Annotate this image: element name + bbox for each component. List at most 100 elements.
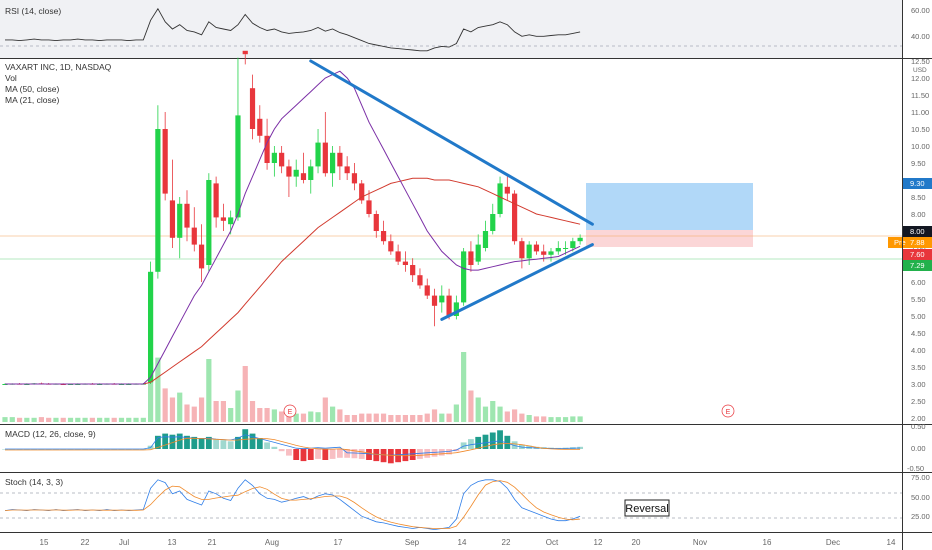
chart-canvas[interactable]: RSI (14, close) 60.00 40.00 E E VAXART I… (0, 0, 932, 550)
macd-bar (220, 440, 227, 449)
volume-bar (82, 417, 88, 422)
macd-bar (387, 449, 394, 464)
trendline[interactable] (309, 59, 594, 226)
candle-body (417, 275, 423, 286)
macd-panel: MACD (12, 26, close, 9) 0.50 0.00 -0.50 (2, 422, 926, 473)
price-tick: 11.00 (911, 108, 929, 117)
volume-bar (264, 408, 270, 422)
price-tick: 3.50 (911, 363, 926, 372)
macd-bar (329, 449, 336, 459)
macd-bar (417, 449, 423, 459)
symbol-title: VAXART INC, 1D, NASDAQ (5, 62, 112, 72)
candle-body (198, 244, 205, 269)
volume-bar (191, 406, 197, 422)
volume-bar (373, 413, 379, 422)
candle-body (257, 118, 263, 136)
candle-body (446, 295, 452, 316)
candle-body (366, 200, 372, 214)
volume-bar (504, 411, 510, 422)
candle-body (228, 217, 234, 225)
volume-bar (220, 401, 226, 422)
volume-bar (388, 415, 394, 422)
entry-tag-value: 8.00 (910, 227, 925, 236)
candle-body (548, 251, 554, 255)
earnings-marker-label: E (726, 409, 731, 416)
volume-bar (548, 417, 554, 422)
candle-body (475, 244, 481, 262)
macd-bar (373, 449, 380, 462)
candle-body (322, 142, 328, 174)
candle-body (308, 166, 314, 180)
candle-body (526, 244, 532, 259)
time-tick: 22 (502, 538, 511, 547)
candle-body (315, 142, 321, 167)
stoch-k-line (4, 479, 581, 531)
candle-body (271, 152, 277, 163)
time-tick: 15 (40, 538, 49, 547)
rsi-label: RSI (14, close) (5, 6, 61, 16)
volume-bar (395, 415, 401, 422)
price-tick: 11.50 (911, 91, 929, 100)
volume-bar (177, 392, 183, 422)
macd-label: MACD (12, 26, close, 9) (5, 429, 96, 439)
volume-bar (184, 404, 190, 422)
macd-bar (213, 439, 220, 449)
macd-bar (307, 449, 314, 460)
macd-bar (315, 449, 321, 459)
volume-bar (169, 397, 176, 422)
macd-tick-high: 0.50 (911, 422, 926, 431)
last-tag-value: 7.60 (910, 250, 925, 259)
volume-bar (431, 409, 438, 422)
candle-body (337, 152, 343, 167)
candle-body (461, 251, 467, 303)
volume-bar (519, 413, 525, 422)
macd-bar (366, 449, 372, 460)
volume-bar (257, 408, 263, 422)
volume-bar (446, 413, 452, 422)
volume-bar (249, 401, 256, 422)
macd-tick-low: -0.50 (907, 464, 924, 473)
price-tick: 3.00 (911, 380, 926, 389)
indicator-ma50: MA (50, close) (5, 84, 59, 94)
volume-bar (308, 411, 314, 422)
stoch-tick-50: 50.00 (911, 493, 930, 502)
volume-bar (380, 413, 387, 422)
volume-bar (97, 417, 103, 422)
volume-bar (475, 397, 481, 422)
stoch-d-line (4, 480, 581, 529)
reversal-annotation: Reversal (625, 503, 668, 515)
time-tick: 21 (208, 538, 217, 547)
earnings-marker-label: E (288, 409, 293, 416)
rsi-background (0, 0, 902, 58)
macd-tick-zero: 0.00 (911, 444, 926, 453)
candle-body (512, 193, 518, 242)
pre-tag-value: 7.88 (910, 238, 925, 247)
candle-body (380, 231, 387, 242)
volume-bar (279, 411, 285, 422)
macd-bar (278, 449, 285, 452)
candle-body (388, 241, 394, 252)
macd-bar (198, 438, 205, 449)
candle-body (570, 241, 576, 248)
stoch-tick-75: 75.00 (911, 473, 930, 482)
volume-bar (9, 417, 15, 422)
volume-bar (417, 415, 423, 422)
volume-bar (468, 390, 474, 422)
trendlines[interactable] (309, 59, 594, 321)
ma50-line (5, 177, 581, 385)
time-tick: Sep (405, 538, 420, 547)
volume-bar (562, 417, 569, 422)
candle-body (155, 129, 161, 272)
volume-bar (300, 413, 307, 422)
macd-bar (358, 449, 365, 459)
candle-body (279, 152, 285, 167)
volume-bar (198, 397, 205, 422)
volume-bar (461, 352, 467, 422)
candle-body (286, 166, 292, 177)
volume-bar (366, 413, 372, 422)
target-zone (586, 183, 753, 230)
candle-body (431, 295, 438, 306)
macd-bar (402, 449, 409, 462)
volume-bar (555, 417, 561, 422)
time-tick: Dec (826, 538, 840, 547)
